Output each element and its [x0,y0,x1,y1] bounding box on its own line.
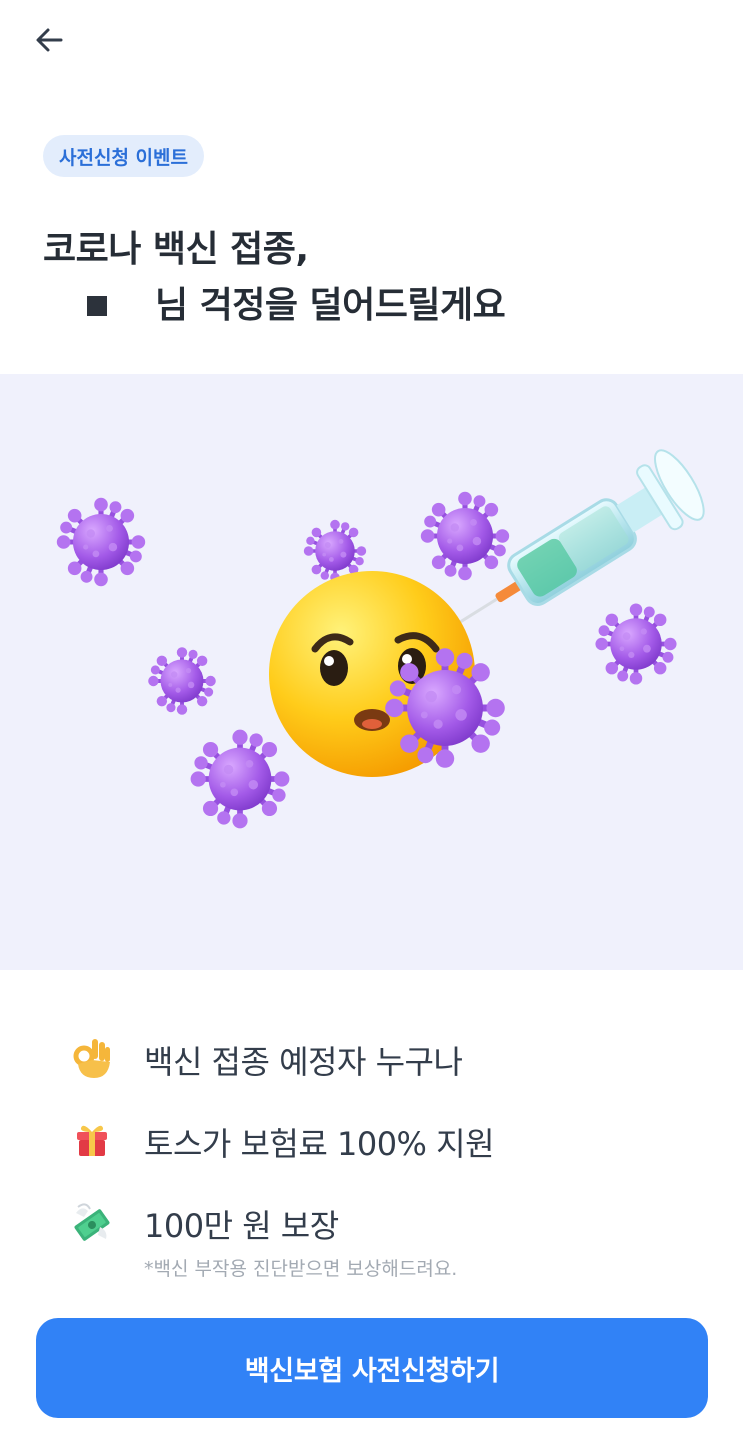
arrow-left-icon [36,28,63,52]
feature-item: 토스가 보험료 100% 지원 [70,1118,690,1200]
page-title: 코로나 백신 접종, 님 걱정을 덜어드릴게요 [43,222,506,334]
flying-money-icon [74,1203,110,1241]
title-line-2: 님 걱정을 덜어드릴게요 [155,285,506,326]
feature-item: 100만 원 보장 *백신 부작용 진단받으면 보상해드려요. [70,1200,690,1282]
feature-text: 100만 원 보장 [144,1207,339,1245]
feature-text: 백신 접종 예정자 누구나 [144,1043,463,1081]
feature-item: 백신 접종 예정자 누구나 [70,1036,690,1118]
gift-icon [77,1125,107,1156]
vaccine-emoji-illustration [0,449,705,970]
event-badge: 사전신청 이벤트 [43,135,204,177]
feature-note: *백신 부작용 진단받으면 보상해드려요. [144,1258,458,1280]
ok-hand-icon [73,1039,110,1078]
title-line-1: 코로나 백신 접종, [43,229,309,270]
redacted-name [87,296,107,316]
pre-apply-button[interactable]: 백신보험 사전신청하기 [36,1318,708,1418]
feature-text: 토스가 보험료 100% 지원 [144,1125,495,1163]
back-button[interactable] [28,20,72,60]
hero-illustration [0,374,743,970]
feature-list: 백신 접종 예정자 누구나 토스가 보험료 100% 지원 100만 원 보장 … [70,1036,690,1282]
